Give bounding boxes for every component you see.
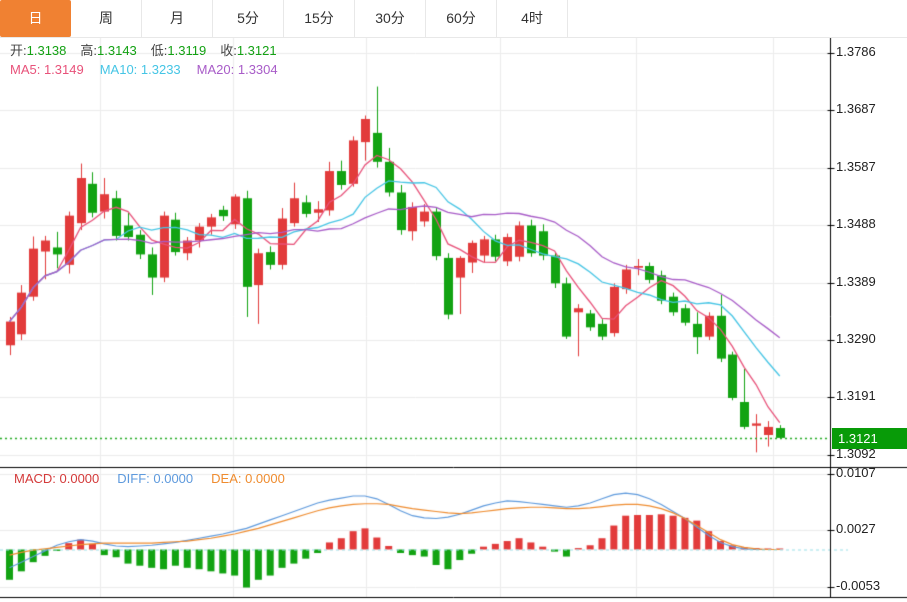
macd-axis-label: 0.0027 <box>836 521 876 536</box>
price-axis-label: 1.3587 <box>836 159 876 174</box>
tab-4hour[interactable]: 4时 <box>497 0 568 37</box>
trading-chart-app: { "tabs": [ {"id":"day","label":"日","act… <box>0 0 907 602</box>
macd-axis-label: 0.0107 <box>836 465 876 480</box>
tab-day[interactable]: 日 <box>0 0 71 37</box>
tab-60min[interactable]: 60分 <box>426 0 497 37</box>
tab-week[interactable]: 周 <box>71 0 142 37</box>
price-axis-label: 1.3290 <box>836 331 876 346</box>
current-price-badge: 1.3121 <box>832 428 907 449</box>
macd-axis-label: -0.0053 <box>836 578 880 593</box>
price-axis-label: 1.3488 <box>836 216 876 231</box>
price-axis-label: 1.3786 <box>836 44 876 59</box>
tab-15min[interactable]: 15分 <box>284 0 355 37</box>
tab-30min[interactable]: 30分 <box>355 0 426 37</box>
price-axis-label: 1.3191 <box>836 388 876 403</box>
price-axis-label: 1.3389 <box>836 274 876 289</box>
timeframe-tabbar: 日 周 月 5分 15分 30分 60分 4时 <box>0 0 907 38</box>
price-chart-canvas[interactable] <box>0 36 907 602</box>
tab-5min[interactable]: 5分 <box>213 0 284 37</box>
price-axis-label: 1.3687 <box>836 101 876 116</box>
tab-month[interactable]: 月 <box>142 0 213 37</box>
